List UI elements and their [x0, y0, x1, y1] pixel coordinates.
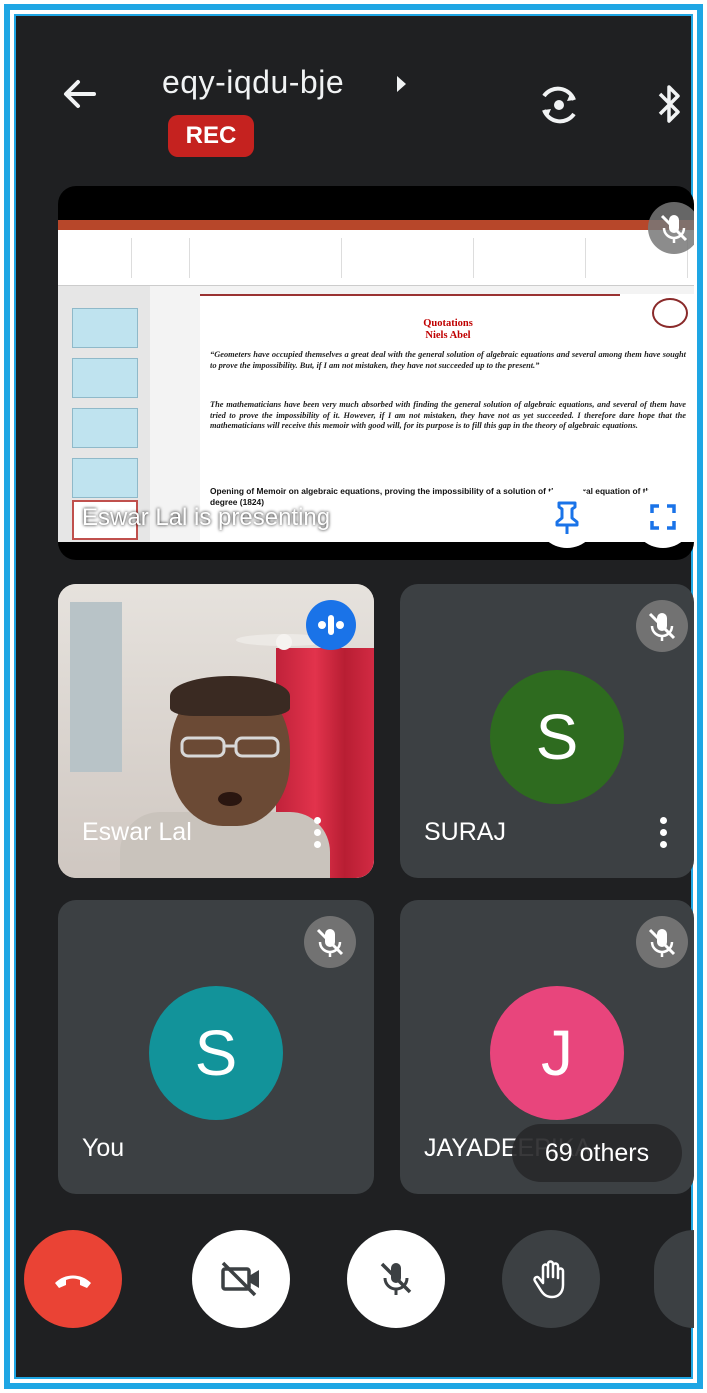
- mic-off-icon: [636, 916, 688, 968]
- participant-tile-suraj[interactable]: S SURAJ: [400, 584, 694, 878]
- presentation-tile[interactable]: Quotations Niels Abel “Geometers have oc…: [58, 186, 694, 560]
- slide-title: Quotations Niels Abel: [423, 318, 473, 341]
- participant-tile-eswar-lal[interactable]: Eswar Lal: [58, 584, 374, 878]
- meeting-code[interactable]: eqy-iqdu-bje: [162, 64, 344, 101]
- camera-toggle-button[interactable]: [192, 1230, 290, 1328]
- mic-off-icon: [636, 600, 688, 652]
- participant-name: SURAJ: [424, 818, 506, 846]
- raise-hand-button[interactable]: [502, 1230, 600, 1328]
- participant-name: Eswar Lal: [82, 818, 192, 846]
- presenting-label: Eswar Lal is presenting: [82, 504, 331, 531]
- slide-quote-1: “Geometers have occupied themselves a gr…: [210, 350, 686, 370]
- more-vert-icon[interactable]: [312, 814, 322, 854]
- raise-hand-icon: [533, 1260, 565, 1299]
- fullscreen-icon[interactable]: [632, 486, 694, 548]
- audio-wave-icon: [306, 600, 356, 650]
- pin-icon[interactable]: [536, 486, 598, 548]
- ppt-title-bar: [58, 220, 694, 230]
- bluetooth-icon: [654, 82, 684, 126]
- participant-name: You: [82, 1134, 125, 1162]
- avatar: S: [490, 670, 624, 804]
- avatar: S: [149, 986, 283, 1120]
- back-arrow-icon[interactable]: [58, 72, 102, 116]
- mic-toggle-button[interactable]: [347, 1230, 445, 1328]
- mic-off-icon: [648, 202, 694, 254]
- end-call-button[interactable]: [24, 1230, 122, 1328]
- camera-off-icon: [221, 1261, 259, 1297]
- end-call-icon: [55, 1275, 91, 1288]
- more-vert-icon[interactable]: [658, 814, 668, 854]
- rec-badge: REC: [168, 115, 254, 157]
- avatar: J: [490, 986, 624, 1120]
- others-count-button[interactable]: 69 others: [512, 1124, 682, 1182]
- mic-off-icon: [304, 916, 356, 968]
- slide-quote-2: The mathematicians have been very much a…: [210, 400, 686, 430]
- participant-tile-you[interactable]: S You: [58, 900, 374, 1194]
- ppt-ribbon: [58, 230, 694, 286]
- switch-camera-icon[interactable]: [538, 84, 580, 126]
- shared-screen: Quotations Niels Abel “Geometers have oc…: [58, 220, 694, 542]
- caret-right-icon[interactable]: [397, 76, 406, 92]
- mic-off-icon: [380, 1262, 412, 1295]
